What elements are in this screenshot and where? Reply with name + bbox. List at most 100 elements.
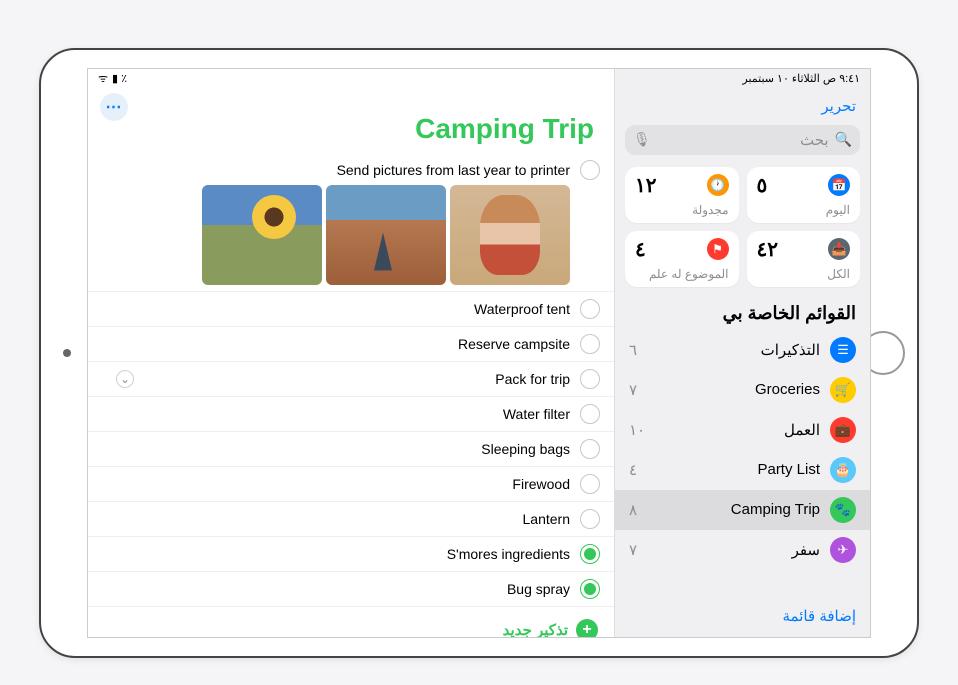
new-reminder-button[interactable]: تذكير جديد + xyxy=(88,607,614,638)
photo-thumbnail[interactable] xyxy=(202,185,322,285)
flag-icon: ⚑ xyxy=(707,238,729,260)
reminder-checkbox[interactable] xyxy=(580,474,600,494)
add-list-button[interactable]: إضافة قائمة xyxy=(615,595,870,637)
reminder-text: Water filter xyxy=(503,406,570,422)
reminder-item[interactable]: Sleeping bags xyxy=(88,432,614,467)
status-time: ٩:٤١ ص الثلاثاء ١٠ سبتمبر xyxy=(742,71,860,87)
reminder-checkbox[interactable] xyxy=(580,160,600,180)
screen: ᯤ ▮ ٪ ٩:٤١ ص الثلاثاء ١٠ سبتمبر تحرير 🔍 … xyxy=(87,68,871,638)
new-reminder-label: تذكير جديد xyxy=(503,621,568,638)
reminder-text: Lantern xyxy=(523,511,570,527)
reminder-checkbox[interactable] xyxy=(580,404,600,424)
sidebar-list-item[interactable]: 🛒 Groceries ٧ xyxy=(615,370,870,410)
smart-today[interactable]: 📅 ٥ اليوم xyxy=(747,167,861,223)
list-name: Camping Trip xyxy=(731,501,820,518)
search-placeholder: بحث xyxy=(800,131,829,149)
list-name: سفر xyxy=(792,541,820,559)
list-icon: 🎂 xyxy=(830,457,856,483)
ipad-frame: ᯤ ▮ ٪ ٩:٤١ ص الثلاثاء ١٠ سبتمبر تحرير 🔍 … xyxy=(0,20,958,685)
list-icon: 💼 xyxy=(830,417,856,443)
photo-thumbnail[interactable] xyxy=(326,185,446,285)
search-icon: 🔍 xyxy=(835,131,852,148)
reminder-text: Bug spray xyxy=(507,581,570,597)
sidebar-list-item[interactable]: 💼 العمل ١٠ xyxy=(615,410,870,450)
reminder-checkbox[interactable] xyxy=(580,544,600,564)
mic-icon[interactable]: 🎙 xyxy=(633,131,651,148)
reminder-text: Firewood xyxy=(512,476,570,492)
clock-icon: 🕐 xyxy=(707,174,729,196)
reminder-item[interactable]: Send pictures from last year to printer xyxy=(88,153,614,183)
list-name: Groceries xyxy=(755,381,820,398)
wifi-icon: ᯤ xyxy=(98,71,108,86)
reminder-text: Sleeping bags xyxy=(481,441,570,457)
list-name: العمل xyxy=(784,421,820,439)
list-count: ٤ xyxy=(629,461,637,479)
list-name: Party List xyxy=(757,461,820,478)
reminder-item[interactable]: Waterproof tent xyxy=(88,292,614,327)
sidebar: تحرير 🔍 بحث 🎙 📅 ٥ اليوم xyxy=(614,69,870,637)
reminder-text: Waterproof tent xyxy=(474,301,570,317)
list-count: ٨ xyxy=(629,501,637,519)
flagged-count: ٤ xyxy=(635,237,646,262)
flagged-label: الموضوع له علم xyxy=(635,267,729,281)
reminder-checkbox[interactable] xyxy=(580,299,600,319)
list-count: ٧ xyxy=(629,381,637,399)
list-icon: ☰ xyxy=(830,337,856,363)
battery-icon: ▮ ٪ xyxy=(112,72,127,85)
smart-lists: 📅 ٥ اليوم 🕐 ١٢ مجدولة xyxy=(615,161,870,293)
reminder-checkbox[interactable] xyxy=(580,509,600,529)
edit-button[interactable]: تحرير xyxy=(615,93,870,119)
more-button[interactable]: ⋯ xyxy=(100,93,128,121)
list-detail: ⋯ Camping Trip Send pictures from last y… xyxy=(88,69,614,637)
status-left: ᯤ ▮ ٪ xyxy=(98,71,127,87)
reminder-item[interactable]: Bug spray xyxy=(88,572,614,607)
plus-icon: + xyxy=(576,619,598,638)
front-camera xyxy=(63,349,71,357)
reminder-text: Send pictures from last year to printer xyxy=(337,162,570,178)
list-name: التذكيرات xyxy=(761,341,820,359)
reminder-checkbox[interactable] xyxy=(580,334,600,354)
reminders-list: Send pictures from last year to printer … xyxy=(88,153,614,607)
search-input[interactable]: 🔍 بحث 🎙 xyxy=(625,125,860,155)
list-icon: 🛒 xyxy=(830,377,856,403)
today-label: اليوم xyxy=(757,203,851,217)
smart-flagged[interactable]: ⚑ ٤ الموضوع له علم xyxy=(625,231,739,287)
sidebar-list-item[interactable]: ☰ التذكيرات ٦ xyxy=(615,330,870,370)
reminder-text: S'mores ingredients xyxy=(447,546,570,562)
reminder-item[interactable]: Reserve campsite xyxy=(88,327,614,362)
chevron-down-icon[interactable]: ⌄ xyxy=(116,370,134,388)
my-lists-title: القوائم الخاصة بي xyxy=(615,293,870,330)
sidebar-list-item[interactable]: ✈ سفر ٧ xyxy=(615,530,870,570)
reminder-item[interactable]: S'mores ingredients xyxy=(88,537,614,572)
list-title: Camping Trip xyxy=(88,89,614,153)
sidebar-list-item[interactable]: 🎂 Party List ٤ xyxy=(615,450,870,490)
tray-icon: 📥 xyxy=(828,238,850,260)
scheduled-count: ١٢ xyxy=(635,173,656,198)
reminder-item[interactable]: Firewood xyxy=(88,467,614,502)
reminder-checkbox[interactable] xyxy=(580,439,600,459)
list-icon: 🐾 xyxy=(830,497,856,523)
reminder-text: Pack for trip xyxy=(495,371,570,387)
reminder-item[interactable]: ⌄ Pack for trip xyxy=(88,362,614,397)
list-count: ٦ xyxy=(629,341,637,359)
reminder-text: Reserve campsite xyxy=(458,336,570,352)
smart-scheduled[interactable]: 🕐 ١٢ مجدولة xyxy=(625,167,739,223)
sidebar-list-item[interactable]: 🐾 Camping Trip ٨ xyxy=(615,490,870,530)
reminder-checkbox[interactable] xyxy=(580,369,600,389)
reminder-item[interactable]: Water filter xyxy=(88,397,614,432)
scheduled-label: مجدولة xyxy=(635,203,729,217)
ipad-body: ᯤ ▮ ٪ ٩:٤١ ص الثلاثاء ١٠ سبتمبر تحرير 🔍 … xyxy=(39,48,919,658)
photo-thumbnail[interactable] xyxy=(450,185,570,285)
calendar-icon: 📅 xyxy=(828,174,850,196)
smart-all[interactable]: 📥 ٤٢ الكل xyxy=(747,231,861,287)
all-count: ٤٢ xyxy=(757,237,778,262)
today-count: ٥ xyxy=(757,173,768,198)
reminder-checkbox[interactable] xyxy=(580,579,600,599)
my-lists: ☰ التذكيرات ٦ 🛒 Groceries ٧ 💼 العمل ١٠ 🎂… xyxy=(615,330,870,570)
all-label: الكل xyxy=(757,267,851,281)
status-bar: ᯤ ▮ ٪ ٩:٤١ ص الثلاثاء ١٠ سبتمبر xyxy=(88,69,870,89)
reminder-attachments xyxy=(88,183,614,292)
list-count: ١٠ xyxy=(629,421,645,439)
reminder-item[interactable]: Lantern xyxy=(88,502,614,537)
list-icon: ✈ xyxy=(830,537,856,563)
